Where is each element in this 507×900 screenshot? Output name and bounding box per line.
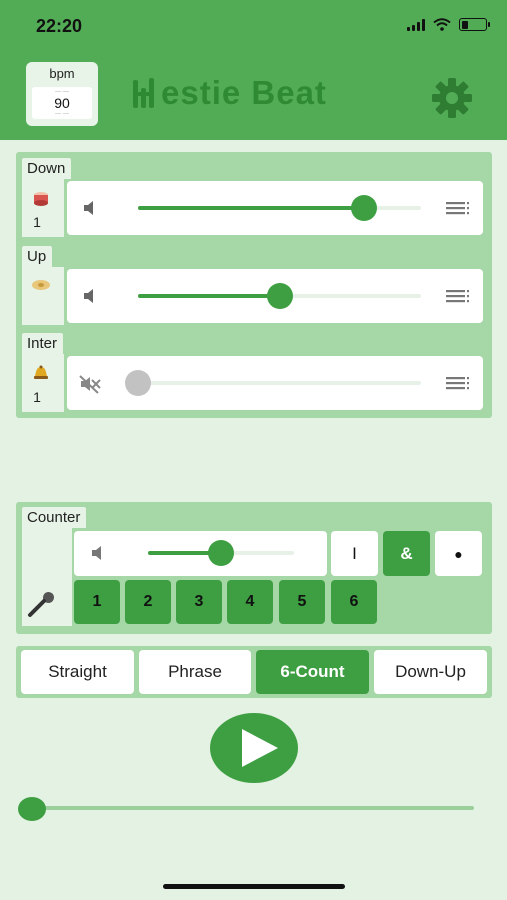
beat-button-4[interactable]: 4 xyxy=(227,580,273,624)
beat-label: 5 xyxy=(297,593,307,610)
bpm-picker[interactable]: — — 90 — — xyxy=(32,87,92,119)
mode-phrase-button[interactable]: Phrase xyxy=(139,650,251,694)
drum-icon xyxy=(31,190,51,210)
mode-straight-button[interactable]: Straight xyxy=(21,650,134,694)
mode-down-up-button[interactable]: Down-Up xyxy=(374,650,487,694)
track-label: Down xyxy=(22,158,72,179)
wifi-icon xyxy=(433,18,451,31)
app-title-text: estie Beat xyxy=(161,74,327,111)
cymbal-icon xyxy=(31,278,51,296)
bell-icon xyxy=(31,365,51,385)
marker-and-label: & xyxy=(400,543,413,563)
westie-logo-icon xyxy=(133,78,154,108)
track-volume-slider[interactable] xyxy=(125,370,421,396)
beat-label: 6 xyxy=(349,593,359,610)
status-time: 22:20 xyxy=(36,16,83,36)
counter-volume-slider[interactable] xyxy=(148,540,294,566)
track-label: Inter xyxy=(22,333,64,354)
playback-progress-slider[interactable] xyxy=(32,806,474,810)
marker-dot-label: ● xyxy=(454,545,463,562)
microphone-icon xyxy=(28,592,54,617)
mode-label: 6-Count xyxy=(280,662,345,681)
reorder-menu-icon[interactable] xyxy=(446,290,470,304)
beat-label: 2 xyxy=(143,593,153,610)
beat-button-1[interactable]: 1 xyxy=(74,580,120,624)
track-volume-slider[interactable] xyxy=(138,283,421,309)
beat-button-2[interactable]: 2 xyxy=(125,580,171,624)
track-volume-thumb[interactable] xyxy=(125,370,151,396)
track-volume-fill xyxy=(138,206,365,210)
bpm-picker-next-mark: — — xyxy=(55,111,69,117)
beat-label: 4 xyxy=(245,593,255,610)
track-count: 1 xyxy=(33,214,41,230)
app-header: 22:20 bpm — — 90 — — estie Beat xyxy=(0,0,507,140)
track-count: 1 xyxy=(33,389,41,405)
track-volume-slider[interactable] xyxy=(138,195,421,221)
bpm-value: 90 xyxy=(54,95,70,111)
track-icon-strip xyxy=(22,267,64,325)
beat-label: 3 xyxy=(194,593,204,610)
marker-beat-label: I xyxy=(352,543,357,563)
status-icons xyxy=(407,18,490,31)
speaker-icon[interactable] xyxy=(82,288,98,304)
reorder-menu-icon[interactable] xyxy=(446,377,470,391)
beat-button-5[interactable]: 5 xyxy=(279,580,325,624)
track-volume-thumb[interactable] xyxy=(266,283,293,309)
mode-label: Straight xyxy=(48,662,107,681)
cellular-signal-icon xyxy=(407,18,425,31)
play-button[interactable] xyxy=(210,713,298,783)
gear-icon[interactable] xyxy=(430,76,474,120)
speaker-icon[interactable] xyxy=(82,200,98,216)
track-volume-fill xyxy=(138,294,280,298)
marker-and-button[interactable]: & xyxy=(383,531,430,576)
bpm-label: bpm xyxy=(49,66,75,81)
bpm-control: bpm — — 90 — — xyxy=(26,62,98,126)
beat-button-6[interactable]: 6 xyxy=(331,580,377,624)
home-indicator xyxy=(163,884,345,889)
beat-label: 1 xyxy=(92,593,102,610)
playback-progress-thumb[interactable] xyxy=(18,797,46,821)
counter-volume-thumb[interactable] xyxy=(208,540,234,566)
counter-label: Counter xyxy=(22,507,87,528)
mode-6-count-button[interactable]: 6-Count xyxy=(256,650,369,694)
marker-dot-button[interactable]: ● xyxy=(435,531,482,576)
marker-beat-button[interactable]: I xyxy=(331,531,378,576)
reorder-menu-icon[interactable] xyxy=(446,202,470,216)
mode-label: Phrase xyxy=(168,662,222,681)
mode-label: Down-Up xyxy=(395,662,466,681)
speaker-muted-icon[interactable] xyxy=(78,374,102,394)
track-label: Up xyxy=(22,246,53,267)
speaker-icon[interactable] xyxy=(90,545,106,561)
battery-icon xyxy=(459,18,490,31)
app-title: estie Beat xyxy=(131,74,327,112)
beat-button-3[interactable]: 3 xyxy=(176,580,222,624)
bpm-picker-prev-mark: — — xyxy=(55,89,69,95)
